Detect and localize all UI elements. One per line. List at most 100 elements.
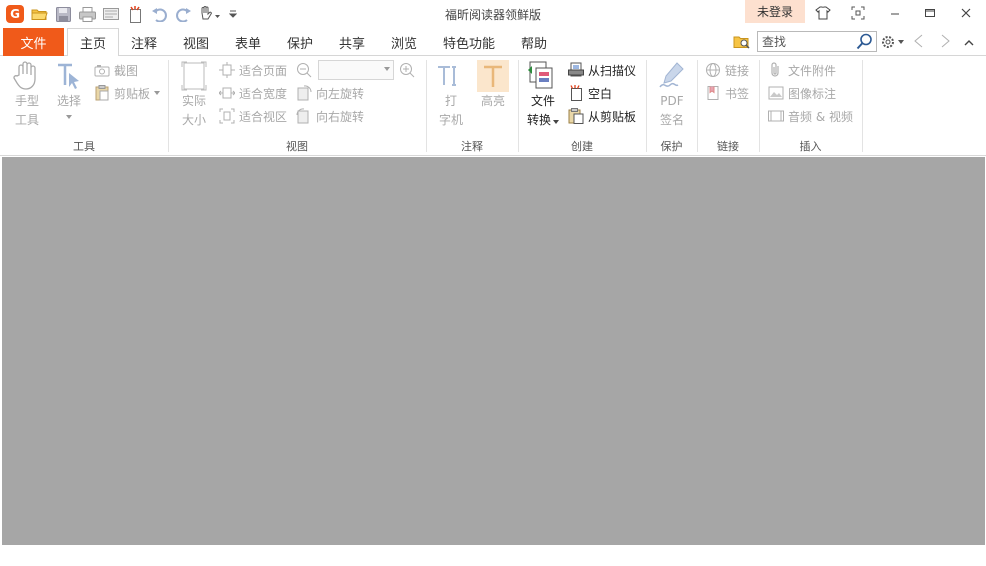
ribbon-tab-bar: 文件 主页 注释 视图 表单 保护 共享 浏览 特色功能 帮助 xyxy=(0,28,986,57)
paperclip-icon xyxy=(768,62,784,78)
clipboard-label: 剪贴板 xyxy=(114,86,151,101)
file-convert-label-1: 文件 xyxy=(530,94,555,108)
typewriter-label-1: 打 xyxy=(444,94,457,108)
group-label-comment: 注释 xyxy=(461,140,483,153)
tab-help[interactable]: 帮助 xyxy=(514,28,554,56)
file-convert-icon xyxy=(527,60,559,92)
image-annotation-label: 图像标注 xyxy=(788,86,837,101)
actual-size-button[interactable]: 实际 大小 xyxy=(176,60,212,130)
select-tool-button[interactable]: 选择 xyxy=(52,60,86,119)
camera-icon xyxy=(94,62,110,78)
file-attachment-button[interactable]: 文件附件 xyxy=(768,61,836,79)
pdf-sign-button[interactable]: PDF 签名 xyxy=(652,60,692,130)
from-clipboard-button[interactable]: 从剪贴板 xyxy=(568,107,636,125)
settings-gear-icon[interactable] xyxy=(880,34,908,50)
clipboard-dropdown-icon[interactable] xyxy=(154,91,161,95)
rotate-left-button[interactable]: 向左旋转 xyxy=(296,84,364,102)
highlight-label: 高亮 xyxy=(480,94,505,108)
link-button[interactable]: 链接 xyxy=(705,61,749,79)
image-annotation-button[interactable]: 图像标注 xyxy=(768,84,836,102)
select-tool-label: 选择 xyxy=(56,94,81,108)
previous-arrow-icon[interactable] xyxy=(912,34,926,50)
fit-page-label: 适合页面 xyxy=(239,63,288,78)
fit-page-icon xyxy=(219,62,235,78)
tab-form[interactable]: 表单 xyxy=(228,28,268,56)
search-icon[interactable] xyxy=(856,33,873,50)
zoom-dropdown-icon[interactable] xyxy=(384,67,390,71)
actual-size-label-2: 大小 xyxy=(181,113,206,127)
collapse-ribbon-icon[interactable] xyxy=(964,36,978,48)
hand-tool-label-1: 手型 xyxy=(14,94,39,108)
fit-width-label: 适合宽度 xyxy=(239,86,288,101)
blank-label: 空白 xyxy=(588,86,613,101)
select-text-icon xyxy=(53,60,85,92)
hand-icon xyxy=(11,60,43,92)
file-convert-dropdown-icon[interactable] xyxy=(553,120,559,124)
fit-visible-label: 适合视区 xyxy=(239,109,288,124)
login-button[interactable]: 未登录 xyxy=(745,0,805,23)
bookmark-button[interactable]: 书签 xyxy=(705,84,749,102)
search-box[interactable] xyxy=(757,31,877,52)
select-dropdown-icon[interactable] xyxy=(52,111,86,119)
film-icon xyxy=(768,108,784,124)
tab-browse[interactable]: 浏览 xyxy=(384,28,424,56)
zoom-combo[interactable] xyxy=(318,60,394,80)
typewriter-icon xyxy=(435,60,467,92)
audio-video-label: 音频 & 视频 xyxy=(788,109,853,124)
typewriter-label-2: 字机 xyxy=(438,113,463,127)
clipboard-button[interactable]: 剪贴板 xyxy=(94,84,161,102)
file-attachment-label: 文件附件 xyxy=(788,63,837,78)
blank-page-icon xyxy=(568,85,584,101)
tab-share[interactable]: 共享 xyxy=(332,28,372,56)
file-convert-label-2: 转换 xyxy=(526,113,551,127)
typewriter-button[interactable]: 打 字机 xyxy=(434,60,468,130)
group-label-links: 链接 xyxy=(717,140,739,153)
blank-document-button[interactable]: 空白 xyxy=(568,84,612,102)
maximize-icon[interactable] xyxy=(919,4,941,22)
fit-page-button[interactable]: 适合页面 xyxy=(219,61,287,79)
window-title: 福昕阅读器领鲜版 xyxy=(444,8,541,22)
ribbon-panel: 手型 工具 选择 截图 剪贴板 工具 实际 大小 适合页面 适合宽度 适合视区 … xyxy=(0,56,986,156)
actual-size-icon xyxy=(178,60,210,92)
clipboard-create-icon xyxy=(568,108,584,124)
tab-file[interactable]: 文件 xyxy=(3,28,64,56)
fit-visible-icon xyxy=(219,108,235,124)
bookmark-icon xyxy=(705,85,721,101)
screenshot-button[interactable]: 截图 xyxy=(94,61,138,79)
rotate-right-label: 向右旋转 xyxy=(316,109,365,124)
pdf-sign-label-2: 签名 xyxy=(659,113,684,127)
fit-visible-button[interactable]: 适合视区 xyxy=(219,107,287,125)
tab-featured[interactable]: 特色功能 xyxy=(438,28,500,56)
fullscreen-icon[interactable] xyxy=(847,4,869,22)
globe-link-icon xyxy=(705,62,721,78)
rotate-right-button[interactable]: 向右旋转 xyxy=(296,107,364,125)
search-input[interactable] xyxy=(762,33,857,50)
file-convert-button[interactable]: 文件 转换 xyxy=(524,60,562,130)
close-icon[interactable] xyxy=(955,4,977,22)
tab-protect[interactable]: 保护 xyxy=(280,28,320,56)
from-scanner-label: 从扫描仪 xyxy=(588,63,637,78)
title-bar: G 福昕阅读器领鲜版 未登录 xyxy=(0,0,986,28)
hand-tool-button[interactable]: 手型 工具 xyxy=(8,60,46,130)
tab-home[interactable]: 主页 xyxy=(67,28,119,57)
rotate-left-label: 向左旋转 xyxy=(316,86,365,101)
skin-icon[interactable] xyxy=(812,4,834,22)
tab-comment[interactable]: 注释 xyxy=(124,28,164,56)
hand-tool-label-2: 工具 xyxy=(14,113,39,127)
group-label-view: 视图 xyxy=(286,140,308,153)
file-convert-label-2-row: 转换 xyxy=(524,111,562,130)
zoom-in-icon[interactable] xyxy=(399,62,415,78)
from-clipboard-label: 从剪贴板 xyxy=(588,109,637,124)
document-viewport[interactable] xyxy=(2,157,985,545)
minimize-icon[interactable] xyxy=(884,4,906,22)
next-arrow-icon[interactable] xyxy=(940,34,954,50)
link-label: 链接 xyxy=(725,63,750,78)
group-separator xyxy=(862,60,863,152)
from-scanner-button[interactable]: 从扫描仪 xyxy=(568,61,636,79)
audio-video-button[interactable]: 音频 & 视频 xyxy=(768,107,853,125)
tab-view[interactable]: 视图 xyxy=(176,28,216,56)
fit-width-button[interactable]: 适合宽度 xyxy=(219,84,287,102)
zoom-out-icon[interactable] xyxy=(296,62,312,78)
find-folder-icon[interactable] xyxy=(733,33,751,51)
highlight-button[interactable]: 高亮 xyxy=(474,60,512,111)
